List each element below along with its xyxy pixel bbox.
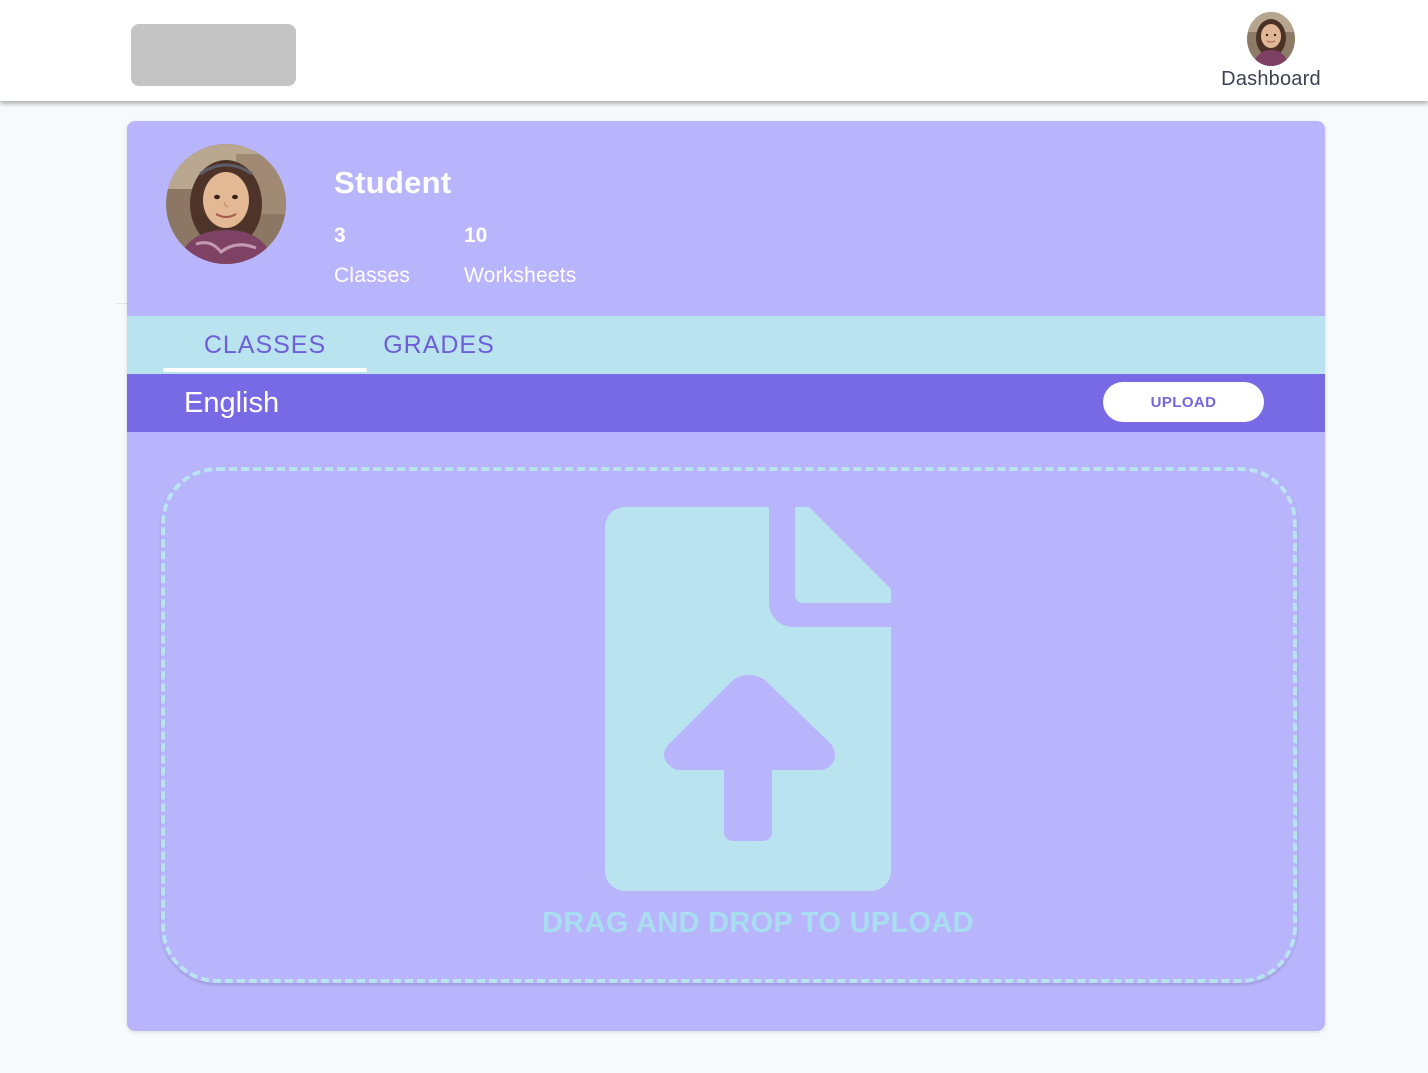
stat-worksheets-label: Worksheets — [464, 264, 577, 287]
profile-card: Student 3 Classes 10 Worksheets CLASSES … — [127, 121, 1325, 1031]
dashboard-label[interactable]: Dashboard — [1221, 68, 1321, 91]
active-tab-indicator — [163, 368, 367, 372]
stat-worksheets-count: 10 — [464, 224, 488, 247]
nav-user-avatar[interactable] — [1247, 12, 1295, 66]
top-navbar: Dashboard — [0, 0, 1428, 101]
tab-bar: CLASSES GRADES — [127, 316, 1325, 374]
stat-classes: 3 Classes — [334, 224, 410, 288]
logo-placeholder[interactable] — [131, 24, 296, 86]
stat-worksheets: 10 Worksheets — [464, 224, 577, 288]
upload-button[interactable]: UPLOAD — [1103, 382, 1264, 422]
divider — [116, 303, 127, 304]
class-header-bar: English UPLOAD — [127, 374, 1325, 432]
dropzone-text: DRAG AND DROP TO UPLOAD — [542, 907, 974, 939]
stat-classes-count: 3 — [334, 224, 346, 247]
stat-classes-label: Classes — [334, 264, 411, 287]
class-name: English — [184, 387, 280, 419]
file-upload-icon — [605, 507, 895, 891]
tab-grades[interactable]: GRADES — [367, 316, 511, 374]
profile-avatar — [166, 144, 286, 264]
dashboard-link[interactable]: Dashboard — [1210, 12, 1332, 92]
profile-name: Student — [334, 165, 452, 200]
tab-classes[interactable]: CLASSES — [163, 316, 367, 374]
upload-dropzone[interactable]: DRAG AND DROP TO UPLOAD — [161, 467, 1297, 983]
